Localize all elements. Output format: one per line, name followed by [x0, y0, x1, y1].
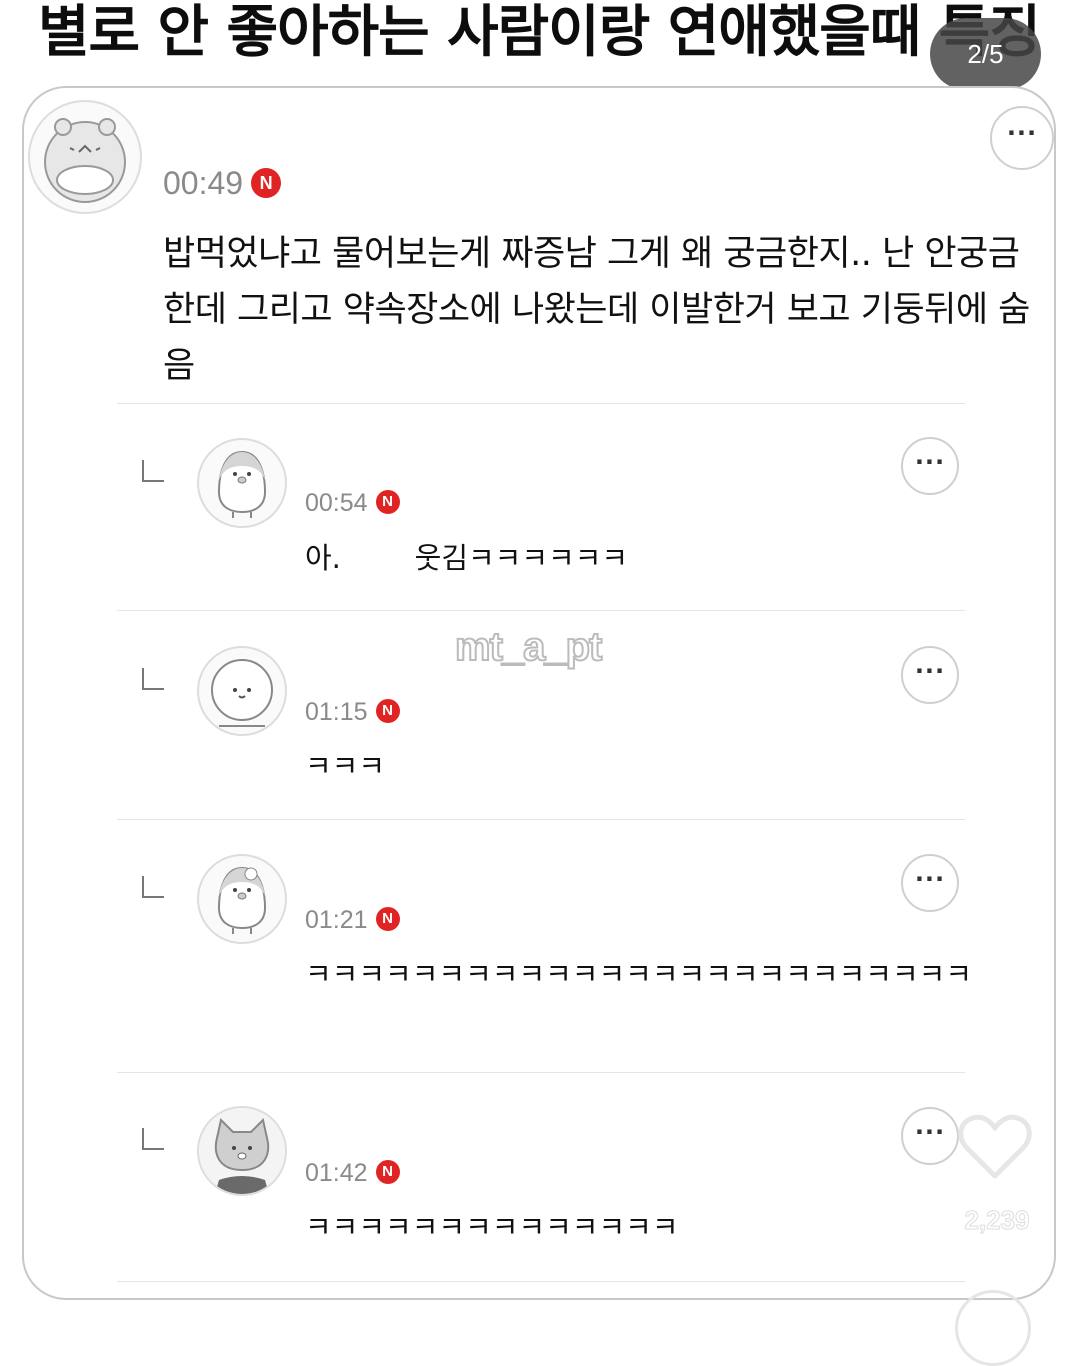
avatar[interactable]	[197, 854, 287, 944]
reply-text: ㅋㅋㅋㅋㅋㅋㅋㅋㅋㅋㅋㅋㅋㅋㅋㅋㅋㅋㅋㅋㅋㅋㅋㅋㅋ	[305, 957, 973, 991]
more-options-button[interactable]: ···	[990, 106, 1054, 170]
comment-text: 밥먹었냐고 물어보는게 짜증남 그게 왜 궁금한지.. 난 안궁금한데 그리고 …	[163, 234, 1030, 386]
divider	[117, 1281, 965, 1282]
divider	[117, 403, 965, 404]
hamster-avatar-icon	[44, 118, 126, 203]
reply-corner-icon	[142, 460, 164, 482]
more-dots-icon: ···	[914, 865, 946, 893]
blob-avatar-icon	[211, 659, 273, 727]
post-title: 별로 안 좋아하는 사람이랑 연애했을때 특징	[38, 0, 1038, 65]
penguin-avatar-icon	[217, 450, 267, 518]
new-badge: N	[251, 167, 282, 198]
timestamp-text: 00:54	[305, 489, 368, 517]
heart-icon[interactable]	[955, 1106, 1035, 1186]
reply-timestamp: 01:15 N	[305, 696, 400, 728]
reply-corner-icon	[142, 876, 164, 898]
timestamp-text: 01:21	[305, 906, 368, 934]
timestamp-text: 01:42	[305, 1159, 368, 1187]
new-badge: N	[375, 1160, 400, 1185]
penguin-avatar-icon	[217, 866, 267, 934]
cat-avatar-icon	[199, 1108, 285, 1194]
comment-circle-icon[interactable]	[955, 1290, 1031, 1366]
more-options-button[interactable]: ···	[901, 646, 959, 704]
timestamp-text: 01:15	[305, 698, 368, 726]
divider	[117, 610, 965, 611]
new-badge: N	[375, 907, 400, 932]
reply-text: ㅋㅋㅋ	[305, 749, 386, 783]
more-options-button[interactable]: ···	[901, 1107, 959, 1165]
like-count: 2,239	[964, 1205, 1030, 1236]
reply-timestamp: 00:54 N	[305, 487, 400, 519]
divider	[117, 819, 965, 820]
watermark: mt_a_pt	[454, 624, 603, 670]
reply-text: ㅋㅋㅋㅋㅋㅋㅋㅋㅋㅋㅋㅋㅋㅋ	[305, 1210, 679, 1244]
avatar[interactable]	[197, 646, 287, 736]
reply-timestamp: 01:21 N	[305, 904, 400, 936]
reply-corner-icon	[142, 1128, 164, 1150]
divider	[117, 1072, 965, 1073]
avatar[interactable]	[197, 438, 287, 528]
page-indicator: 2/5	[930, 18, 1041, 90]
more-dots-icon: ···	[914, 448, 946, 476]
more-options-button[interactable]: ···	[901, 854, 959, 912]
more-dots-icon: ···	[914, 657, 946, 685]
reply-timestamp: 01:42 N	[305, 1157, 400, 1189]
avatar[interactable]	[28, 100, 142, 214]
new-badge: N	[375, 490, 400, 515]
more-dots-icon: ···	[914, 1118, 946, 1146]
reply-text: 아. 웃김ㅋㅋㅋㅋㅋㅋ	[305, 541, 629, 575]
more-options-button[interactable]: ···	[901, 437, 959, 495]
new-badge: N	[375, 699, 400, 724]
timestamp-text: 00:49	[163, 165, 244, 201]
comment-timestamp: 00:49 N	[163, 163, 282, 203]
reply-corner-icon	[142, 668, 164, 690]
avatar[interactable]	[197, 1106, 287, 1196]
more-dots-icon: ···	[1006, 119, 1038, 147]
